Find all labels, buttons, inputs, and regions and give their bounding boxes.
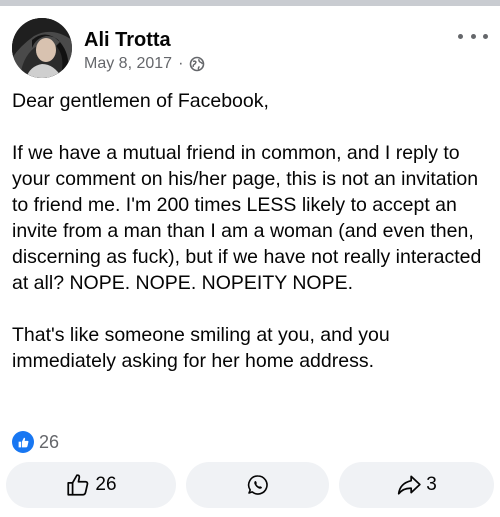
share-count: 3 <box>426 474 437 495</box>
more-options-button[interactable] <box>458 26 488 46</box>
avatar[interactable] <box>12 18 72 78</box>
like-count: 26 <box>95 474 117 495</box>
thumbs-up-icon <box>67 474 89 496</box>
whatsapp-icon <box>247 475 268 495</box>
avatar-photo-icon <box>12 18 72 78</box>
reaction-count: 26 <box>39 431 60 452</box>
whatsapp-share-button[interactable] <box>186 462 329 508</box>
post-header: Ali Trotta May 8, 2017 · <box>12 18 488 82</box>
more-dot-icon <box>458 33 463 39</box>
reaction-summary[interactable]: 26 <box>12 430 59 454</box>
meta-separator: · <box>178 55 184 72</box>
like-reaction-icon <box>12 431 34 453</box>
top-divider-strip <box>0 0 500 6</box>
share-button[interactable]: 3 <box>339 462 494 508</box>
post-meta: May 8, 2017 · <box>84 54 205 74</box>
share-arrow-icon <box>398 475 421 495</box>
more-dot-icon <box>483 33 488 39</box>
like-button[interactable]: 26 <box>6 462 176 508</box>
post-paragraph: That's like someone smiling at you, and … <box>12 324 390 372</box>
more-dot-icon <box>470 33 476 39</box>
globe-icon <box>189 56 205 72</box>
author-name[interactable]: Ali Trotta <box>84 28 171 52</box>
action-bar: 26 3 <box>6 462 494 510</box>
post-paragraph: Dear gentlemen of Facebook, <box>12 90 269 112</box>
post-paragraph: If we have a mutual friend in common, an… <box>12 142 482 294</box>
post-date[interactable]: May 8, 2017 <box>84 55 172 73</box>
post-text: Dear gentlemen of Facebook, If we have a… <box>12 88 488 374</box>
